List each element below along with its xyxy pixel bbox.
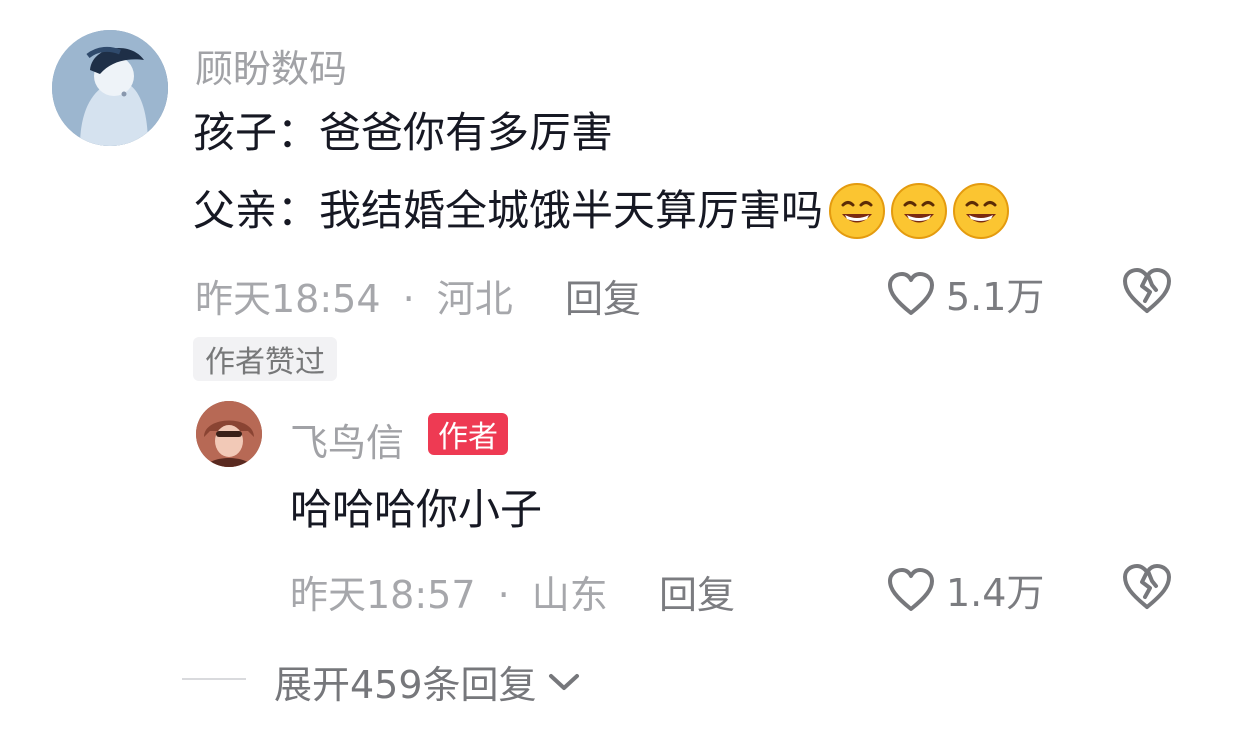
reply-location: 山东	[531, 573, 608, 617]
dislike-button[interactable]	[1120, 266, 1174, 316]
grin-emoji-icon	[829, 183, 886, 239]
expand-replies-button[interactable]: 展开459条回复	[274, 654, 581, 709]
meta-separator: ·	[402, 277, 415, 321]
meta-separator: ·	[497, 573, 510, 617]
grin-emoji-icon	[891, 183, 948, 239]
comment-meta: 昨天18:54 · 河北	[195, 268, 513, 323]
reply-like-button[interactable]: 1.4万	[886, 562, 1044, 617]
avatar[interactable]	[52, 30, 168, 146]
avatar-image	[196, 401, 262, 467]
emoji-group	[827, 181, 1011, 241]
comment-time: 昨天18:54	[195, 277, 381, 321]
comment-text: 父亲：我结婚全城饿半天算厉害吗	[193, 186, 824, 235]
expand-label: 展开459条回复	[274, 663, 537, 707]
chevron-down-icon	[548, 673, 579, 690]
reply-username[interactable]: 飞鸟信	[290, 412, 404, 467]
heart-outline-icon	[888, 567, 934, 611]
reply-like-count: 1.4万	[946, 571, 1045, 615]
comment-text-line-1: 孩子：爸爸你有多厉害	[193, 108, 614, 157]
grin-emoji-icon	[953, 183, 1010, 239]
author-liked-badge: 作者赞过	[193, 337, 337, 381]
reply-avatar[interactable]	[196, 401, 262, 467]
broken-heart-icon	[1123, 268, 1171, 313]
broken-heart-icon	[1123, 564, 1171, 609]
comment-location: 河北	[436, 277, 513, 321]
comment-text-line-2: 父亲：我结婚全城饿半天算厉害吗	[193, 181, 1011, 241]
heart-outline-icon	[888, 271, 934, 315]
like-count: 5.1万	[946, 275, 1045, 319]
reply-button[interactable]: 回复	[565, 268, 641, 323]
reply-dislike-button[interactable]	[1120, 562, 1174, 612]
reply-time: 昨天18:57	[290, 573, 476, 617]
comment-username[interactable]: 顾盼数码	[195, 38, 347, 93]
author-badge: 作者	[428, 413, 508, 455]
expand-divider	[182, 678, 246, 680]
reply-reply-button[interactable]: 回复	[659, 564, 735, 619]
avatar-image	[52, 30, 168, 146]
reply-text: 哈哈哈你小子	[290, 485, 543, 534]
comment-item: 顾盼数码 孩子：爸爸你有多厉害 父亲：我结婚全城饿半天算厉害吗 昨天18:54 …	[0, 0, 1236, 755]
like-button[interactable]: 5.1万	[886, 266, 1044, 321]
reply-meta: 昨天18:57 · 山东	[290, 564, 608, 619]
